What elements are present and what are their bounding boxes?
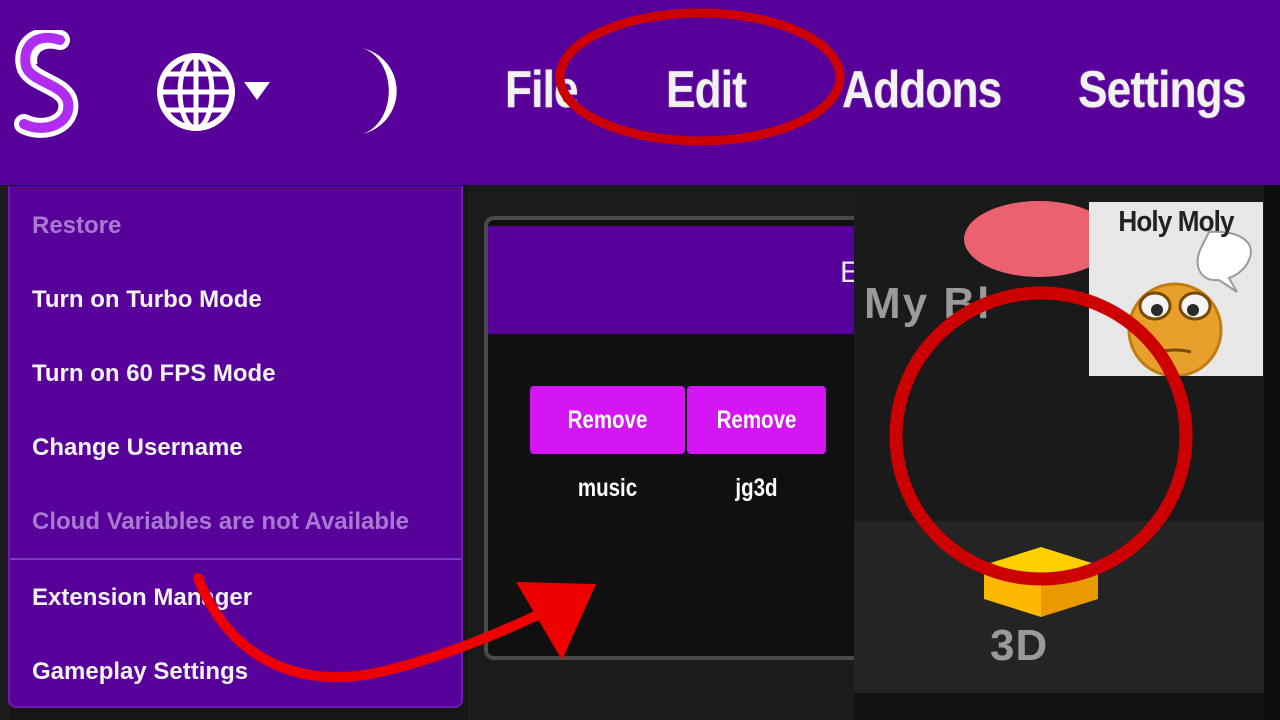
menu-item-gameplay-settings[interactable]: Gameplay Settings bbox=[32, 652, 248, 692]
menu-item-restore: Restore bbox=[32, 212, 122, 239]
panel-scrollbar[interactable] bbox=[1264, 185, 1280, 720]
holy-moly-meme-image: Holy Moly bbox=[1089, 202, 1263, 376]
menu-divider bbox=[10, 558, 461, 560]
edit-dropdown-menu: Restore Turn on Turbo Mode Turn on 60 FP… bbox=[8, 186, 463, 708]
globe-icon bbox=[156, 50, 242, 139]
extension-name-partial: My Bl bbox=[864, 279, 992, 328]
menu-edit[interactable]: Edit bbox=[666, 52, 747, 128]
menu-item-turbo-mode[interactable]: Turn on Turbo Mode bbox=[32, 280, 262, 320]
extension-label-3d: 3D bbox=[990, 621, 1049, 670]
panel-footer bbox=[854, 693, 1280, 720]
remove-music-label: Remove music bbox=[567, 406, 648, 502]
cube-icon bbox=[980, 545, 1102, 619]
language-selector[interactable] bbox=[156, 50, 276, 134]
remove-jg3d-label: Remove jg3d bbox=[716, 406, 797, 502]
menu-item-extension-manager[interactable]: Extension Manager bbox=[32, 578, 252, 618]
meme-caption: Holy Moly bbox=[1118, 206, 1234, 238]
menu-item-cloud-variables: Cloud Variables are not Available bbox=[32, 508, 410, 535]
menu-item-60fps-mode[interactable]: Turn on 60 FPS Mode bbox=[32, 354, 276, 394]
menu-item-change-username[interactable]: Change Username bbox=[32, 428, 243, 468]
menu-settings[interactable]: Settings bbox=[1078, 52, 1246, 128]
menu-bar: File Edit Addons Settings bbox=[0, 0, 1280, 185]
remove-jg3d-button[interactable]: Remove jg3d bbox=[687, 386, 826, 502]
extension-modal: E Remove music Remove jg3d bbox=[484, 216, 864, 660]
menu-file[interactable]: File bbox=[505, 52, 579, 128]
menu-addons[interactable]: Addons bbox=[842, 52, 1002, 128]
caret-down-icon bbox=[242, 80, 272, 107]
moon-icon[interactable] bbox=[352, 46, 408, 136]
sticker-s-logo-icon[interactable] bbox=[14, 27, 80, 142]
modal-header: E bbox=[488, 226, 860, 334]
remove-music-button[interactable]: Remove music bbox=[530, 386, 685, 502]
